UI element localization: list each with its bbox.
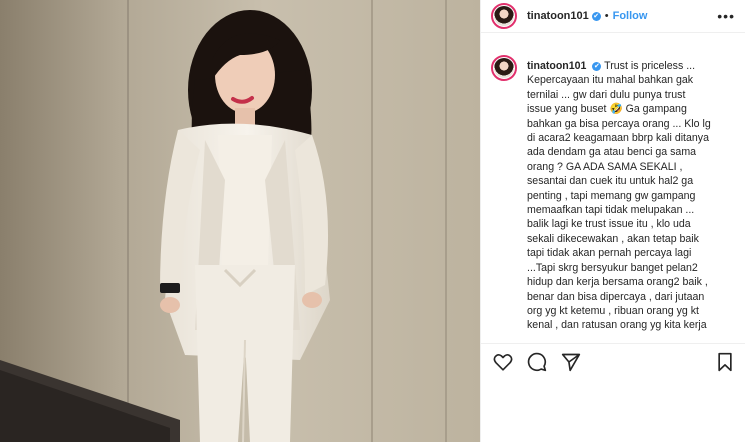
caption-line: orang ? GA ADA SAMA SEKALI , <box>527 160 683 173</box>
avatar[interactable] <box>491 3 517 29</box>
action-bar <box>481 343 745 379</box>
caption-line: sesantai dan cuek itu untuk hal2 ga <box>527 175 694 188</box>
caption-line: bahkan ga bisa percaya orang ... Klo lg <box>527 117 711 130</box>
post-photo[interactable] <box>0 0 480 442</box>
caption-line: ...Tapi skrg bersyukur banget pelan2 <box>527 261 698 274</box>
caption-section: tinatoon101 ✔ Trust is priceless ... Kep… <box>481 33 745 343</box>
caption-line: balik lagi ke trust issue itu , klo uda <box>527 218 691 231</box>
post-header: tinatoon101 ✔ • Follow ••• <box>481 0 745 33</box>
caption-line: benar dan bisa dipercaya , dari jutaan <box>527 290 705 303</box>
caption-line: di acara2 keagamaan bbrp kali ditanya <box>527 132 709 145</box>
caption-line: issue yang buset 🤣 Ga gampang <box>527 103 687 116</box>
caption-line: Trust is priceless ... <box>604 60 696 72</box>
header-separator: • <box>604 10 609 22</box>
caption-line: kenal , dan ratusan orang yg kita kerja <box>527 319 707 332</box>
header-username[interactable]: tinatoon101 <box>527 10 589 22</box>
caption-line: ternilai ... gw dari dulu punya trust <box>527 88 686 101</box>
caption-line: penting , tapi memang gw gampang <box>527 189 696 202</box>
bookmark-icon[interactable] <box>717 352 733 372</box>
post-side-panel: tinatoon101 ✔ • Follow ••• tinatoon101 ✔… <box>480 0 745 442</box>
more-options-icon[interactable]: ••• <box>717 8 735 24</box>
caption-verified-badge-icon: ✔ <box>592 61 602 71</box>
comment-icon[interactable] <box>527 352 547 372</box>
caption-line: ada dendam ga atau benci ga sama <box>527 146 697 159</box>
caption-line: org yg kt ketemu , ribuan orang yg kt <box>527 304 699 317</box>
photo-illustration <box>0 0 480 442</box>
caption-text: tinatoon101 ✔ Trust is priceless ... Kep… <box>527 59 735 343</box>
caption-line: hidup dan kerja bersama orang2 baik , <box>527 276 708 289</box>
caption-avatar[interactable] <box>491 55 517 81</box>
caption-username[interactable]: tinatoon101 <box>527 60 586 72</box>
caption-line: memaafkan tapi tidak melupakan ... <box>527 204 695 217</box>
share-icon[interactable] <box>561 352 581 372</box>
heart-icon[interactable] <box>493 353 513 371</box>
verified-badge-icon: ✔ <box>591 11 601 21</box>
caption-line: Kepercayaan itu mahal bahkan gak <box>527 74 694 87</box>
caption-line: tapi tidak akan pernah percaya lagi <box>527 247 692 260</box>
caption-line: sekali dikecewakan , akan tetap baik <box>527 232 699 245</box>
follow-button[interactable]: Follow <box>613 10 648 22</box>
